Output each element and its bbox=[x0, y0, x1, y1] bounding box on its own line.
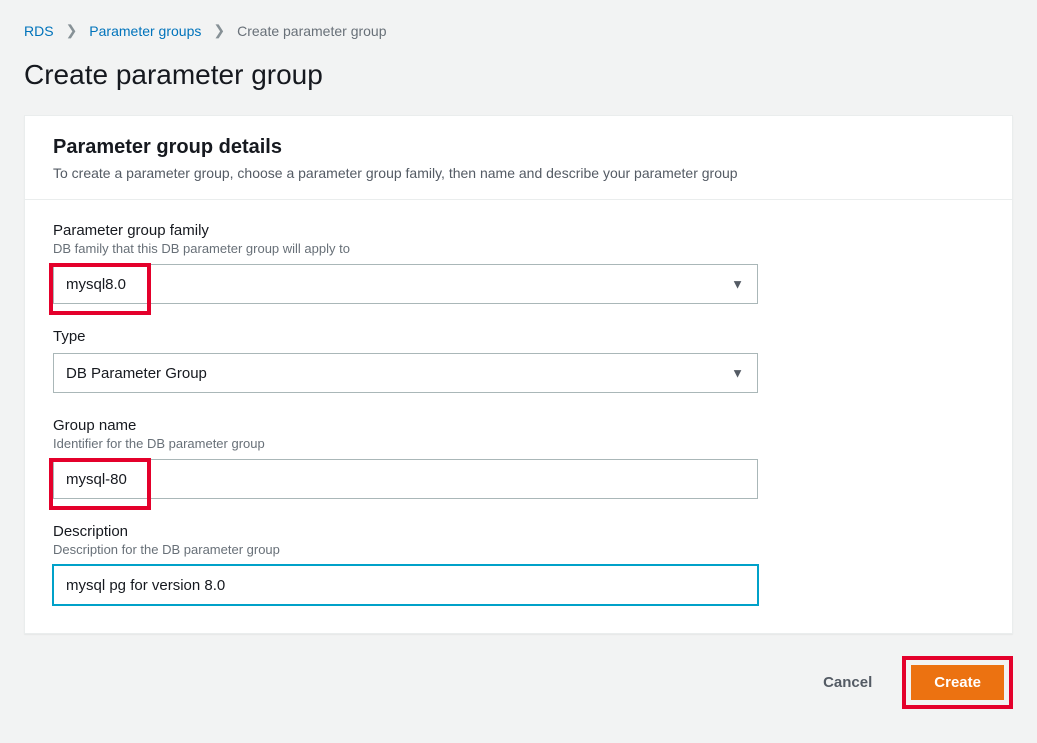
chevron-right-icon: ❯ bbox=[66, 22, 78, 39]
parameter-group-details-panel: Parameter group details To create a para… bbox=[24, 115, 1013, 634]
cancel-button[interactable]: Cancel bbox=[805, 664, 890, 701]
field-type: Type DB Parameter Group ▼ bbox=[53, 328, 984, 393]
family-label: Parameter group family bbox=[53, 222, 984, 239]
breadcrumb-parameter-groups[interactable]: Parameter groups bbox=[89, 23, 201, 39]
field-description: Description Description for the DB param… bbox=[53, 523, 984, 605]
family-select[interactable]: mysql8.0 bbox=[53, 264, 758, 304]
breadcrumb-rds[interactable]: RDS bbox=[24, 23, 54, 39]
field-group-name: Group name Identifier for the DB paramet… bbox=[53, 417, 984, 499]
breadcrumb: RDS ❯ Parameter groups ❯ Create paramete… bbox=[24, 22, 1013, 39]
panel-header: Parameter group details To create a para… bbox=[25, 116, 1012, 200]
panel-subtitle: To create a parameter group, choose a pa… bbox=[53, 165, 984, 181]
create-button[interactable]: Create bbox=[911, 665, 1004, 700]
page-title: Create parameter group bbox=[24, 59, 1013, 91]
type-label: Type bbox=[53, 328, 984, 345]
group-name-label: Group name bbox=[53, 417, 984, 434]
chevron-right-icon: ❯ bbox=[213, 22, 225, 39]
description-hint: Description for the DB parameter group bbox=[53, 542, 984, 557]
form-actions: Cancel Create bbox=[24, 656, 1013, 709]
group-name-hint: Identifier for the DB parameter group bbox=[53, 436, 984, 451]
description-label: Description bbox=[53, 523, 984, 540]
breadcrumb-current: Create parameter group bbox=[237, 23, 386, 39]
type-select[interactable]: DB Parameter Group bbox=[53, 353, 758, 393]
highlight-create: Create bbox=[902, 656, 1013, 709]
panel-title: Parameter group details bbox=[53, 136, 984, 159]
group-name-input[interactable] bbox=[53, 459, 758, 499]
field-parameter-group-family: Parameter group family DB family that th… bbox=[53, 222, 984, 304]
family-hint: DB family that this DB parameter group w… bbox=[53, 241, 984, 256]
description-input[interactable] bbox=[53, 565, 758, 605]
